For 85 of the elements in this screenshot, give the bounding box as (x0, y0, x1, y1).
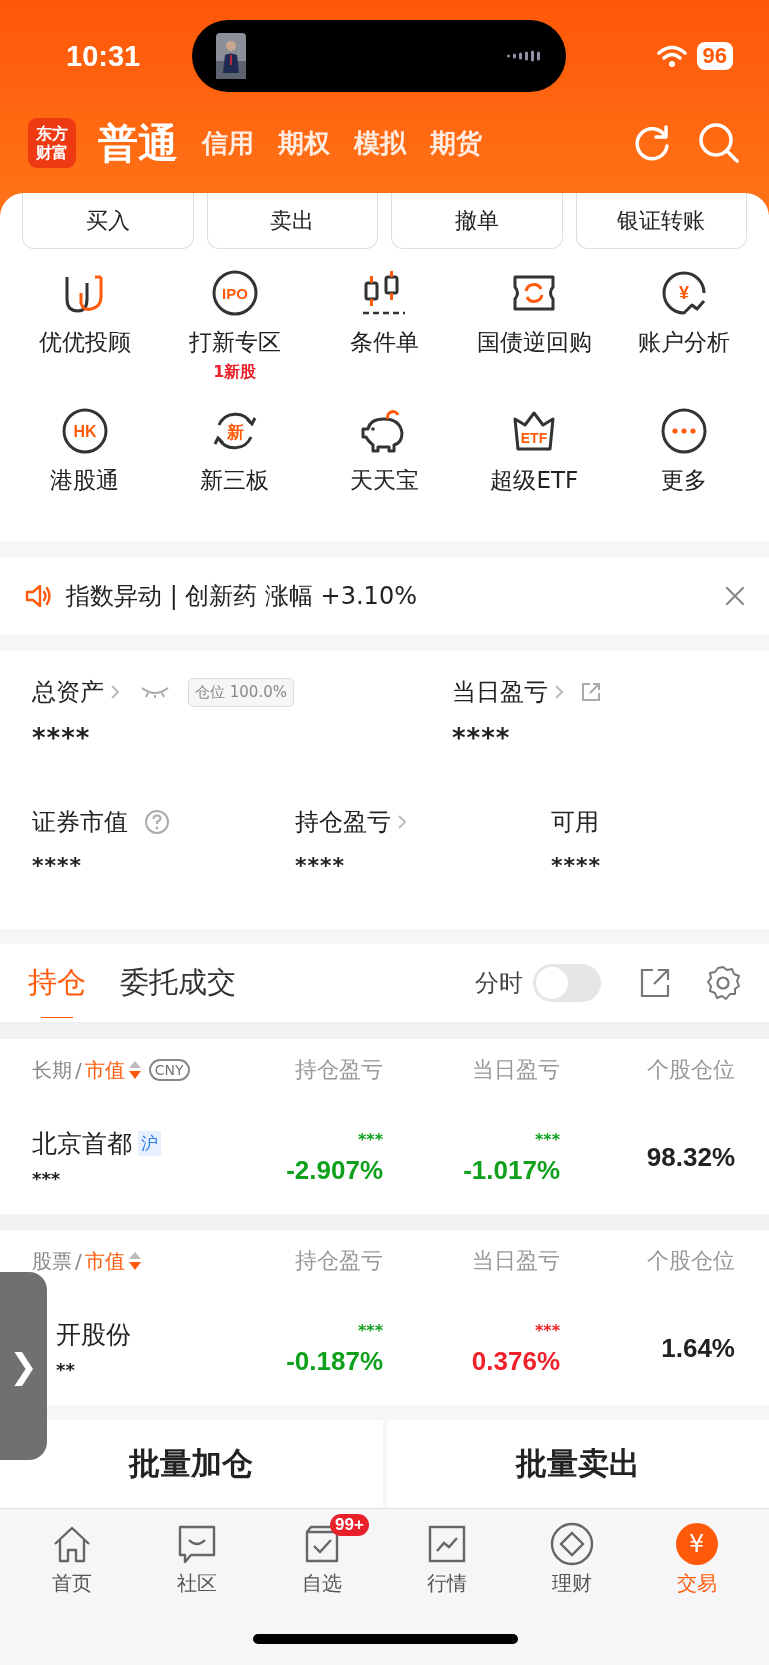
close-icon[interactable] (725, 586, 745, 606)
quick-action-button[interactable]: 卖出 (206, 193, 378, 249)
holding-amount: ** (56, 1358, 76, 1380)
battery-level: 96 (696, 42, 733, 70)
separator-text: / (75, 1249, 82, 1273)
shortcut-label[interactable]: 更多 (661, 465, 708, 496)
help-icon[interactable] (144, 809, 170, 835)
shortcut-label[interactable]: 港股通 (50, 465, 120, 496)
stock-name[interactable]: 开股份 (56, 1317, 131, 1351)
sort-icon[interactable] (127, 1250, 142, 1272)
column-header: 个股仓位 (646, 1247, 735, 1275)
more-icon[interactable] (660, 407, 709, 455)
daily-pnl-percent: -1.017% (463, 1154, 560, 1186)
position-weight: 1.64% (661, 1333, 735, 1363)
market-tag: 沪 (138, 1130, 161, 1156)
search-icon[interactable] (697, 121, 741, 165)
status-time: 10:31 (66, 39, 142, 73)
quick-action-button[interactable]: 买入 (22, 193, 194, 249)
metric-value: **** (551, 853, 603, 878)
pnl-amount: *** (357, 1320, 383, 1340)
shortcut-label[interactable]: 条件单 (350, 327, 419, 358)
column-header: 持仓盈亏 (294, 1247, 383, 1275)
pnl-amount: *** (357, 1129, 383, 1149)
column-header: 当日盈亏 (471, 1247, 560, 1275)
pnl-percent: -0.187% (286, 1345, 383, 1377)
nav-tab[interactable]: 社区 (134, 1517, 260, 1597)
metric-label[interactable]: 持仓盈亏 (295, 806, 391, 838)
daily-pnl-label[interactable]: 当日盈亏 (452, 676, 548, 708)
quick-action-button[interactable]: 银证转账 (575, 193, 747, 249)
nav-tab[interactable]: 行情 (384, 1517, 510, 1597)
chevron-icon (554, 683, 564, 701)
chevron-icon (397, 813, 407, 831)
pnl-percent: -2.907% (286, 1154, 383, 1186)
daily-pnl-percent: 0.376% (471, 1345, 560, 1377)
shortcut-label[interactable]: 超级ETF (490, 465, 579, 496)
line-chart-icon (426, 1524, 467, 1564)
daily-pnl-amount: *** (534, 1129, 560, 1149)
category-label[interactable]: 股票 (32, 1247, 72, 1275)
closed-eye-icon[interactable] (140, 685, 170, 699)
speaker-icon (24, 584, 52, 608)
wifi-icon (656, 45, 687, 67)
daily-pnl-value: **** (452, 723, 512, 753)
batch-button[interactable]: 批量卖出 (386, 1420, 769, 1508)
separator-text: / (75, 1058, 82, 1082)
chat-icon (177, 1524, 218, 1564)
shortcut-label[interactable]: 优优投顾 (38, 327, 131, 358)
settings-icon[interactable] (705, 965, 741, 1001)
share-icon[interactable] (580, 681, 602, 703)
column-header: 当日盈亏 (471, 1056, 560, 1084)
count-badge: 99+ (330, 1514, 369, 1536)
shortcut-label[interactable]: 新三板 (200, 465, 270, 496)
timeshare-label: 分时 (475, 968, 523, 999)
yen-icon: ¥ (675, 1523, 718, 1565)
shortcut-label[interactable]: 打新专区 (188, 327, 281, 358)
batch-button[interactable]: 批量加仓 (0, 1420, 383, 1508)
total-assets-label[interactable]: 总资产 (32, 676, 104, 708)
holdings-tab[interactable]: 委托成交 (120, 944, 236, 1022)
total-assets-value: **** (32, 723, 92, 753)
position-weight: 98.32% (646, 1142, 735, 1172)
holding-amount: *** (32, 1167, 62, 1189)
sort-icon[interactable] (127, 1059, 142, 1081)
metric-label[interactable]: 证券市值 (32, 806, 128, 838)
currency-toggle[interactable]: CNY (148, 1059, 190, 1081)
shortcut-label[interactable]: 天天宝 (350, 465, 419, 496)
stock-name[interactable]: 北京首都 (32, 1126, 132, 1160)
metric-label[interactable]: 可用 (551, 806, 599, 838)
shortcut-label[interactable]: 账户分析 (638, 327, 731, 358)
daily-pnl-amount: *** (534, 1320, 560, 1340)
nav-tab[interactable]: 理财 (509, 1517, 635, 1597)
column-header: 个股仓位 (646, 1056, 735, 1084)
new-stock-count: 1新股 (213, 362, 257, 383)
nav-tab[interactable]: 首页 (10, 1517, 135, 1597)
shortcut-label[interactable]: 国债逆回购 (476, 327, 592, 358)
timeshare-switch[interactable] (533, 964, 601, 1002)
column-header: 持仓盈亏 (294, 1056, 383, 1084)
position-badge: 仓位 100.0% (188, 677, 294, 707)
share-icon[interactable] (639, 967, 671, 999)
metric-value: **** (32, 853, 84, 878)
quick-action-button[interactable]: 撤单 (391, 193, 563, 249)
chevron-icon (110, 683, 120, 701)
metric-value: **** (295, 853, 347, 878)
nav-tab[interactable]: 99+ 自选 (259, 1517, 385, 1597)
app-logo: 东方 财富 (28, 118, 76, 168)
side-handle[interactable]: ❯ (0, 1272, 47, 1460)
category-label[interactable]: 长期 (32, 1056, 72, 1084)
